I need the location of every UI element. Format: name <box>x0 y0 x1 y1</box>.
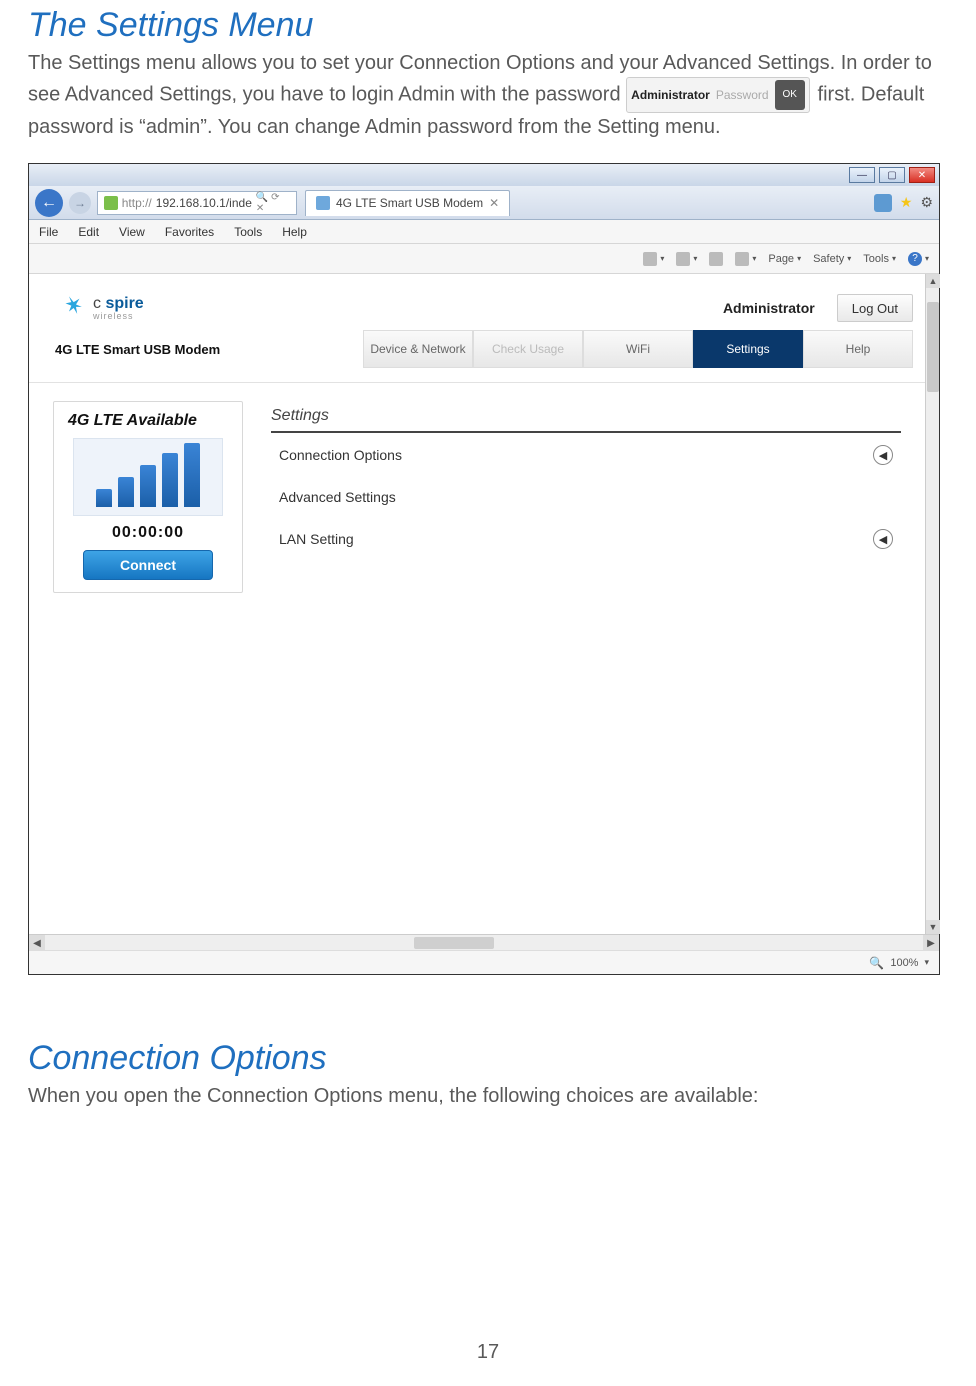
home-small-icon <box>643 252 657 266</box>
expand-icon[interactable]: ◀ <box>873 529 893 549</box>
status-title: 4G LTE Available <box>64 412 197 430</box>
tab-settings[interactable]: Settings <box>693 330 803 368</box>
scroll-right-icon[interactable]: ▶ <box>923 935 939 951</box>
menu-file[interactable]: File <box>39 225 58 239</box>
brand-sub: wireless <box>93 312 144 321</box>
cmd-print[interactable]: ▾ <box>735 252 756 266</box>
expand-icon[interactable]: ◀ <box>873 445 893 465</box>
favicon-icon <box>104 196 118 210</box>
settings-item-advanced-settings[interactable]: Advanced Settings <box>271 477 901 517</box>
window-maximize-button[interactable]: ▢ <box>879 167 905 183</box>
menu-tools[interactable]: Tools <box>234 225 262 239</box>
login-chip-placeholder: Password <box>716 81 769 109</box>
brand-c: c <box>93 295 105 312</box>
settings-item-label: Advanced Settings <box>279 489 396 505</box>
scroll-down-icon[interactable]: ▼ <box>926 920 940 934</box>
mail-icon <box>709 252 723 266</box>
signal-strength-icon <box>73 438 223 516</box>
heading-connection-options: Connection Options <box>28 1039 948 1078</box>
cmd-mail[interactable] <box>709 252 723 266</box>
browser-window: — ▢ ✕ ← → http:// 192.168.10.1/inde 🔍 ⟳ … <box>28 163 940 975</box>
page-number: 17 <box>0 1341 976 1364</box>
browser-address-row: ← → http:// 192.168.10.1/inde 🔍 ⟳ ✕ 4G L… <box>29 186 939 220</box>
cmd-help[interactable]: ?▾ <box>908 252 929 266</box>
connection-options-paragraph: When you open the Connection Options men… <box>28 1082 948 1110</box>
admin-label: Administrator <box>723 300 815 316</box>
cmd-tools[interactable]: Tools ▾ <box>863 253 896 265</box>
zoom-level[interactable]: 100% <box>890 957 918 969</box>
settings-section: Settings Connection Options ◀ Advanced S… <box>271 401 915 593</box>
login-chip: Administrator Password OK <box>626 77 810 113</box>
scroll-thumb[interactable] <box>927 302 939 392</box>
product-name: 4G LTE Smart USB Modem <box>55 342 220 357</box>
print-icon <box>735 252 749 266</box>
tools-gear-icon[interactable]: ⚙ <box>920 194 933 212</box>
cspire-logo-icon <box>55 294 83 322</box>
zoom-icon[interactable]: 🔍 <box>869 956 884 970</box>
cmd-page[interactable]: Page ▾ <box>768 253 801 265</box>
toolbar-right-icons: ★ ⚙ <box>874 194 933 212</box>
header-right: Administrator Log Out <box>723 294 913 322</box>
tab-close-icon[interactable]: ✕ <box>489 196 499 210</box>
url-text: 192.168.10.1/inde <box>156 196 252 210</box>
brand-text: c spire wireless <box>93 296 144 321</box>
home-icon[interactable] <box>874 194 892 212</box>
window-close-button[interactable]: ✕ <box>909 167 935 183</box>
settings-item-lan-setting[interactable]: LAN Setting ◀ <box>271 517 901 561</box>
settings-intro-paragraph: The Settings menu allows you to set your… <box>28 49 948 141</box>
feeds-icon <box>676 252 690 266</box>
scroll-up-icon[interactable]: ▲ <box>926 274 940 288</box>
settings-heading: Settings <box>271 401 901 431</box>
address-action-icons[interactable]: 🔍 ⟳ ✕ <box>256 192 290 214</box>
help-icon: ? <box>908 252 922 266</box>
scroll-left-icon[interactable]: ◀ <box>29 935 45 951</box>
login-chip-label: Administrator <box>631 81 710 109</box>
tab-help[interactable]: Help <box>803 330 913 368</box>
brand-spire: spire <box>105 295 143 312</box>
cmd-safety[interactable]: Safety ▾ <box>813 253 851 265</box>
nav-forward-button[interactable]: → <box>69 192 91 214</box>
menu-edit[interactable]: Edit <box>78 225 99 239</box>
content-row: 4G LTE Available 00:00:00 Connect Settin… <box>29 383 939 593</box>
settings-item-label: LAN Setting <box>279 531 354 547</box>
nav-back-button[interactable]: ← <box>35 189 63 217</box>
cmd-feeds[interactable]: ▾ <box>676 252 697 266</box>
status-panel: 4G LTE Available 00:00:00 Connect <box>53 401 243 593</box>
menu-favorites[interactable]: Favorites <box>165 225 214 239</box>
tab-strip: 4G LTE Smart USB Modem ✕ <box>305 190 510 216</box>
tab-favicon-icon <box>316 196 330 210</box>
vertical-scrollbar[interactable]: ▲ ▼ <box>925 274 939 934</box>
horizontal-scrollbar[interactable]: ◀ ▶ <box>29 934 939 950</box>
browser-status-bar: 🔍 100% ▾ <box>29 950 939 974</box>
page-content: ▲ ▼ c spire wireless Administrator Log O… <box>29 274 939 934</box>
app-header: c spire wireless Administrator Log Out <box>29 274 939 330</box>
login-chip-ok-button[interactable]: OK <box>775 80 805 110</box>
cmd-home[interactable]: ▾ <box>643 252 664 266</box>
browser-tab[interactable]: 4G LTE Smart USB Modem ✕ <box>305 190 510 216</box>
url-prefix: http:// <box>122 196 152 210</box>
main-nav-tabs: Device & Network Check Usage WiFi Settin… <box>363 330 913 368</box>
window-titlebar: — ▢ ✕ <box>29 164 939 186</box>
logout-button[interactable]: Log Out <box>837 294 913 322</box>
browser-menu-bar: File Edit View Favorites Tools Help <box>29 220 939 244</box>
menu-help[interactable]: Help <box>282 225 307 239</box>
hscroll-thumb[interactable] <box>414 937 494 949</box>
heading-settings-menu: The Settings Menu <box>28 6 948 45</box>
window-minimize-button[interactable]: — <box>849 167 875 183</box>
tab-device-network[interactable]: Device & Network <box>363 330 473 368</box>
settings-list: Connection Options ◀ Advanced Settings L… <box>271 431 901 561</box>
tab-title: 4G LTE Smart USB Modem <box>336 196 483 210</box>
connect-button[interactable]: Connect <box>83 550 213 580</box>
zoom-dropdown-icon[interactable]: ▾ <box>924 957 929 968</box>
menu-view[interactable]: View <box>119 225 145 239</box>
address-bar[interactable]: http:// 192.168.10.1/inde 🔍 ⟳ ✕ <box>97 191 297 215</box>
browser-command-bar: ▾ ▾ ▾ Page ▾ Safety ▾ Tools ▾ ?▾ <box>29 244 939 274</box>
settings-item-label: Connection Options <box>279 447 402 463</box>
favorites-icon[interactable]: ★ <box>900 194 913 212</box>
tab-check-usage[interactable]: Check Usage <box>473 330 583 368</box>
tab-wifi[interactable]: WiFi <box>583 330 693 368</box>
nav-row: 4G LTE Smart USB Modem Device & Network … <box>29 330 939 374</box>
connection-timer: 00:00:00 <box>112 524 184 542</box>
settings-item-connection-options[interactable]: Connection Options ◀ <box>271 433 901 477</box>
